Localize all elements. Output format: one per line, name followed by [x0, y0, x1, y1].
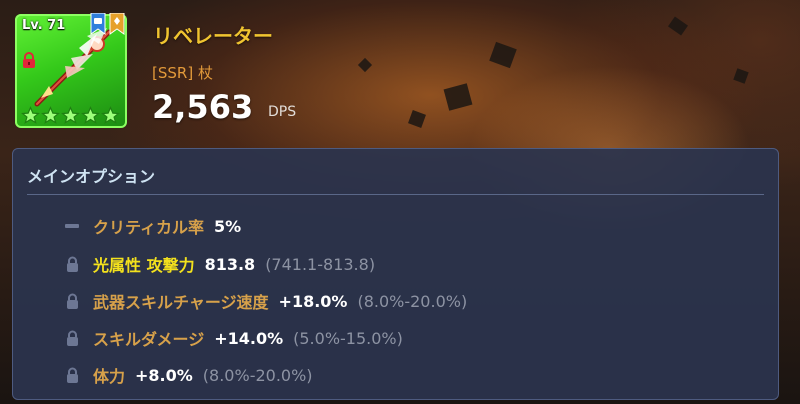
option-row: 体力 +8.0% (8.0%-20.0%)	[65, 364, 313, 386]
item-name: リベレーター	[153, 24, 273, 48]
star-icon	[41, 106, 60, 124]
item-level: Lv. 71	[22, 18, 66, 33]
option-name: 体力	[93, 367, 126, 386]
option-range: (5.0%-15.0%)	[293, 328, 403, 348]
option-value: +8.0%	[135, 365, 193, 385]
debris-shard	[668, 16, 688, 36]
option-name: 光属性 攻撃力	[93, 256, 195, 275]
option-row: スキルダメージ +14.0% (5.0%-15.0%)	[65, 327, 403, 349]
debris-shard	[408, 110, 426, 128]
dps-label: DPS	[268, 104, 297, 120]
star-icon	[61, 106, 80, 124]
option-name: クリティカル率	[93, 218, 205, 237]
gold-bookmark-badge-icon	[109, 13, 125, 35]
option-row: 武器スキルチャージ速度 +18.0% (8.0%-20.0%)	[65, 290, 467, 312]
dps-value: 2,563	[152, 88, 254, 126]
blue-bookmark-badge-icon	[90, 13, 106, 35]
lock-icon[interactable]	[65, 367, 79, 383]
option-value: 5%	[214, 216, 242, 236]
debris-shard	[489, 41, 517, 69]
option-name: 武器スキルチャージ速度	[93, 293, 269, 312]
option-name: スキルダメージ	[93, 330, 205, 349]
lock-icon[interactable]	[65, 330, 79, 346]
item-rarity-type: [SSR] 杖	[152, 64, 213, 82]
option-range: (8.0%-20.0%)	[357, 291, 468, 311]
option-value: +14.0%	[214, 328, 284, 348]
debris-shard	[357, 57, 373, 73]
divider	[27, 194, 764, 195]
panel-title: メインオプション	[27, 167, 156, 186]
debris-shard	[733, 68, 749, 84]
option-row: クリティカル率 5%	[65, 215, 241, 237]
option-range: (741.1-813.8)	[265, 254, 376, 274]
option-value: +18.0%	[278, 291, 348, 311]
lock-icon[interactable]	[65, 293, 79, 309]
lock-icon[interactable]	[22, 52, 36, 68]
option-value: 813.8	[204, 254, 256, 274]
dash-icon	[65, 218, 79, 234]
option-row: 光属性 攻撃力 813.8 (741.1-813.8)	[65, 253, 375, 275]
main-options-panel: メインオプション クリティカル率 5% 光属性 攻撃力 813.8 (741.1…	[12, 148, 779, 400]
star-rating	[21, 106, 120, 125]
option-range: (8.0%-20.0%)	[202, 365, 313, 385]
staff-weapon-icon	[34, 28, 112, 107]
lock-icon[interactable]	[65, 256, 79, 272]
star-icon	[21, 106, 40, 124]
item-card[interactable]: Lv. 71	[15, 13, 127, 128]
debris-shard	[443, 83, 473, 111]
star-icon	[81, 106, 100, 124]
star-icon	[101, 106, 120, 124]
